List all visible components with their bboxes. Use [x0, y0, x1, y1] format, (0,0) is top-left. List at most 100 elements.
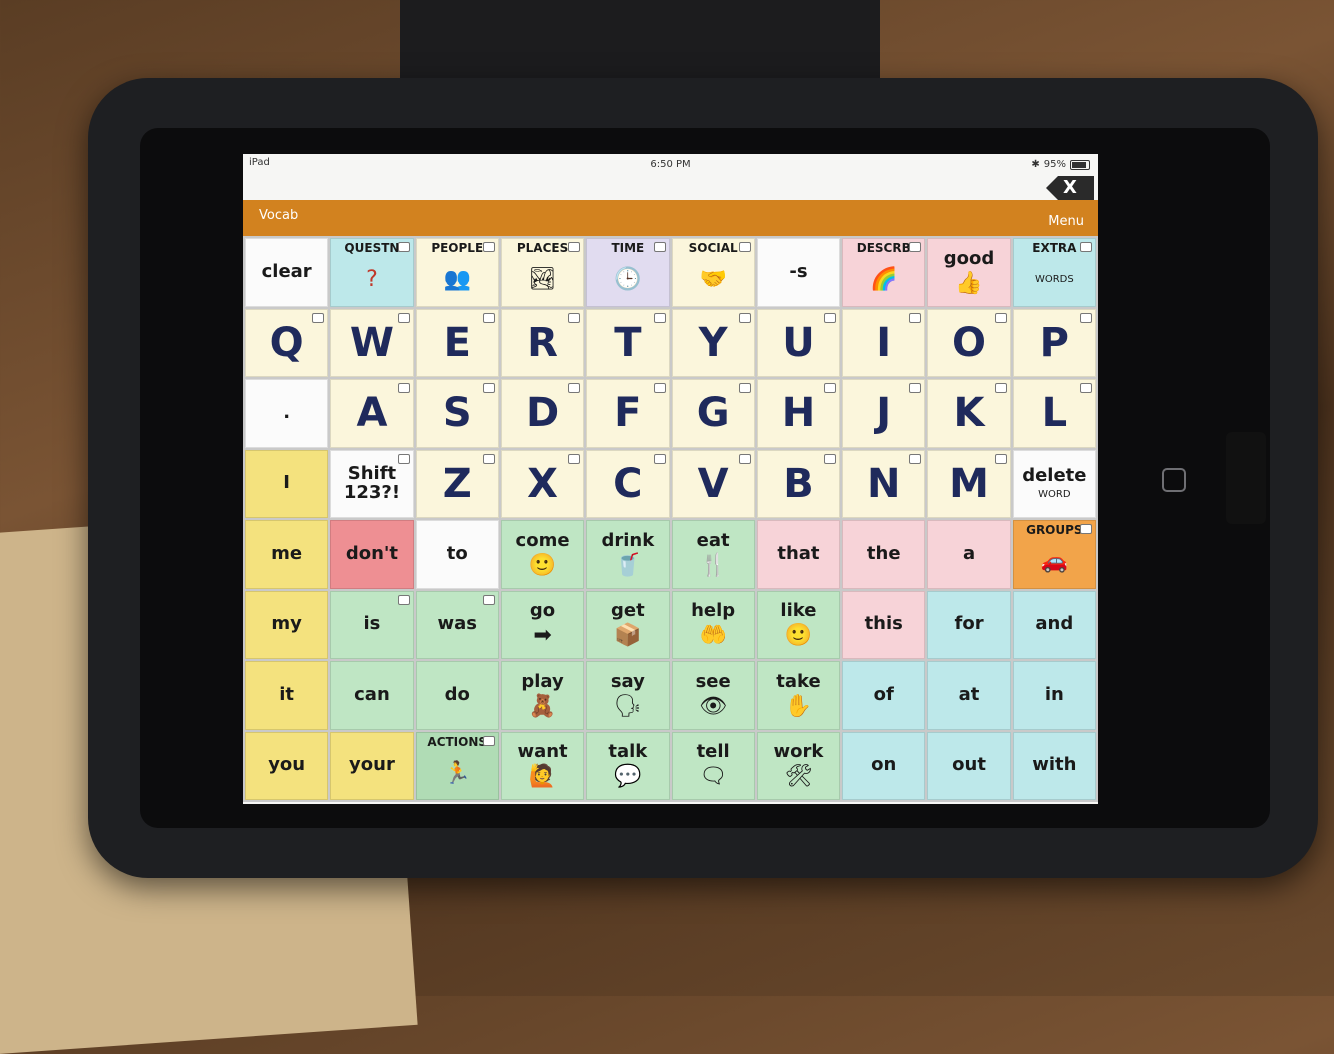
key-come[interactable]: come 🙂 [500, 520, 585, 589]
key-questn[interactable]: QUESTN? [330, 238, 414, 307]
key-extra[interactable]: EXTRA WORDS [1012, 238, 1096, 307]
key-w[interactable]: W [330, 308, 414, 377]
key-this[interactable]: this [842, 590, 926, 659]
key-work[interactable]: work 🛠 [756, 731, 841, 800]
key-groups[interactable]: GROUPS 🚗 [1012, 520, 1096, 589]
key-eat[interactable]: eat 🍴 [671, 520, 755, 589]
key-b[interactable]: B [756, 449, 841, 518]
key-get[interactable]: get 📦 [586, 590, 670, 659]
key-to[interactable]: to [415, 520, 499, 589]
key-good[interactable]: good 👍 [927, 238, 1011, 307]
key-d[interactable]: D [500, 379, 585, 448]
key-n[interactable]: N [842, 449, 926, 518]
key-social[interactable]: SOCIAL 🤝 [671, 238, 755, 307]
key-t[interactable]: T [586, 308, 670, 377]
key-do[interactable]: do [415, 661, 499, 730]
status-bar: iPad 6:50 PM ✱ 95% [243, 154, 1098, 176]
key-your[interactable]: your [330, 731, 414, 800]
key-that[interactable]: that [756, 520, 841, 589]
key-take[interactable]: take ✋ [756, 661, 841, 730]
key-people[interactable]: PEOPLE 👥 [415, 238, 499, 307]
key-m[interactable]: M [927, 449, 1011, 518]
home-button[interactable] [1162, 468, 1186, 492]
status-right: ✱ 95% [1031, 159, 1090, 170]
key-and[interactable]: and [1012, 590, 1096, 659]
key-descrb[interactable]: DESCRB 🌈 [842, 238, 926, 307]
key-z[interactable]: Z [415, 449, 499, 518]
key-j[interactable]: J [842, 379, 926, 448]
folder-badge-icon [482, 242, 495, 252]
key-k[interactable]: K [927, 379, 1011, 448]
key-with[interactable]: with [1012, 731, 1096, 800]
key-was[interactable]: was [415, 590, 499, 659]
key-can[interactable]: can [330, 661, 414, 730]
symbol-icon: ? [366, 267, 378, 293]
folder-badge-icon [397, 453, 410, 464]
key-is[interactable]: is [330, 590, 414, 659]
key-out[interactable]: out [927, 731, 1011, 800]
key-g[interactable]: G [671, 379, 755, 448]
key-p[interactable]: P [1012, 308, 1096, 377]
key-me[interactable]: me [245, 520, 329, 589]
key-u[interactable]: U [756, 308, 841, 377]
key-a[interactable]: A [330, 379, 414, 448]
key-o[interactable]: O [927, 308, 1011, 377]
key-play[interactable]: play 🧸 [500, 661, 585, 730]
key-go[interactable]: go ➡ [500, 590, 585, 659]
key-for[interactable]: for [927, 590, 1011, 659]
key-clear[interactable]: clear [245, 238, 329, 307]
menu-button[interactable]: Menu [1048, 214, 1084, 229]
key-it[interactable]: it [245, 661, 329, 730]
key-shift-123[interactable]: Shift 123?! [330, 449, 414, 518]
key-the[interactable]: the [842, 520, 926, 589]
key-actions[interactable]: ACTIONS 🏃 [415, 731, 499, 800]
key-i[interactable]: I [842, 308, 926, 377]
key-tell[interactable]: tell 🗨 [671, 731, 755, 800]
key-v[interactable]: V [671, 449, 755, 518]
key-label: at [958, 683, 980, 705]
key-drink[interactable]: drink 🥤 [586, 520, 670, 589]
key-e[interactable]: E [415, 308, 499, 377]
key-like[interactable]: like 🙂 [756, 590, 841, 659]
key-x[interactable]: X [500, 449, 585, 518]
folder-badge-icon [994, 453, 1007, 464]
battery-percent: 95% [1043, 159, 1066, 170]
key-say[interactable]: say 🗣 [586, 661, 670, 730]
key-you[interactable]: you [245, 731, 329, 800]
key-s[interactable]: S [415, 379, 499, 448]
key-label: my [271, 613, 302, 635]
key-want[interactable]: want 🙋 [500, 731, 585, 800]
key-of[interactable]: of [842, 661, 926, 730]
key-see[interactable]: see 👁 [671, 661, 755, 730]
close-button[interactable]: X [1046, 176, 1094, 200]
folder-badge-icon [824, 312, 837, 323]
key-in[interactable]: in [1012, 661, 1096, 730]
key-at[interactable]: at [927, 661, 1011, 730]
key-i[interactable]: I [245, 449, 329, 518]
clock: 6:50 PM [650, 159, 691, 170]
key-period[interactable]: . [245, 379, 329, 448]
key-l[interactable]: L [1012, 379, 1096, 448]
key-my[interactable]: my [245, 590, 329, 659]
key-f[interactable]: F [586, 379, 670, 448]
key-a[interactable]: a [927, 520, 1011, 589]
symbol-icon: 🍴 [699, 552, 727, 578]
key-help[interactable]: help 🤲 [671, 590, 755, 659]
key-places[interactable]: PLACES 🏞 [500, 238, 585, 307]
key-delete[interactable]: delete WORD [1012, 449, 1096, 518]
symbol-icon: ✋ [784, 693, 813, 719]
key-s[interactable]: -s [756, 238, 841, 307]
key-don-t[interactable]: don't [330, 520, 414, 589]
key-r[interactable]: R [500, 308, 585, 377]
key-talk[interactable]: talk 💬 [586, 731, 670, 800]
key-label: X [527, 460, 558, 507]
key-on[interactable]: on [842, 731, 926, 800]
key-q[interactable]: Q [245, 308, 329, 377]
key-h[interactable]: H [756, 379, 841, 448]
key-c[interactable]: C [586, 449, 670, 518]
folder-badge-icon [909, 242, 922, 252]
key-time[interactable]: TIME 🕒 [586, 238, 670, 307]
key-y[interactable]: Y [671, 308, 755, 377]
key-label: E [443, 319, 471, 366]
key-label: . [283, 401, 291, 423]
